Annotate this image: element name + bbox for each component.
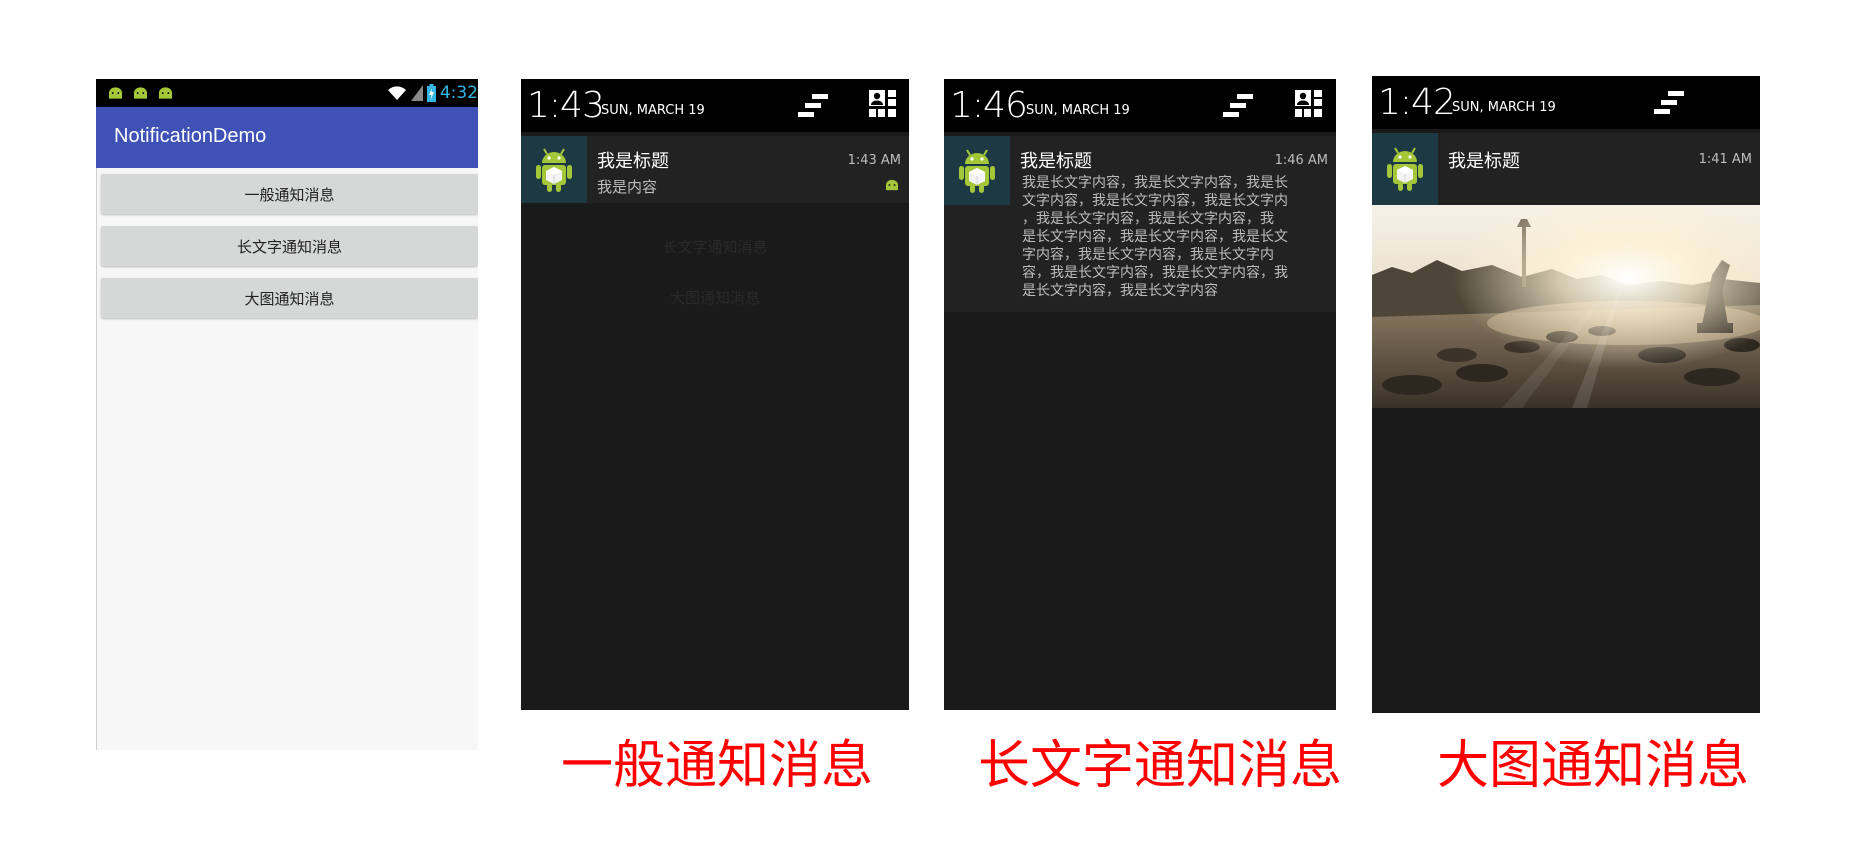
notification-card[interactable]: 我是标题 1:41 AM <box>1372 133 1760 205</box>
quick-settings-icon[interactable] <box>868 89 898 119</box>
android-icon <box>885 179 899 191</box>
android-icon <box>534 147 574 193</box>
background-button-label: 长文字通知消息 <box>662 238 768 256</box>
shade-date: SUN, MARCH 19 <box>1026 103 1130 118</box>
text-line: ，我是长文字内容，我是长文字内容，我 <box>1022 211 1274 227</box>
wifi-icon <box>387 86 406 100</box>
notification-time: 1:41 AM <box>1698 152 1752 167</box>
text-line: 文字内容，我是长文字内容，我是长文字内 <box>1022 193 1288 209</box>
quick-settings-icon[interactable] <box>1294 89 1324 119</box>
status-right: 4:32 <box>387 82 478 104</box>
app-bar: NotificationDemo <box>96 107 478 168</box>
notification-time: 1:43 AM <box>847 153 901 168</box>
background-button-label: 大图通知消息 <box>669 289 760 307</box>
text-line: 我是长文字内容，我是长文字内容，我是长 <box>1022 175 1288 191</box>
android-icon <box>1385 146 1425 192</box>
big-picture-notification-button[interactable]: 大图通知消息 <box>101 278 478 318</box>
android-icon <box>957 148 997 194</box>
notification-title: 我是标题 <box>1448 151 1520 172</box>
shade-date: SUN, MARCH 19 <box>1452 100 1556 115</box>
notification-icon-box <box>944 136 1010 205</box>
normal-notification-button[interactable]: 一般通知消息 <box>101 174 478 214</box>
caption-big-picture: 大图通知消息 <box>1437 736 1750 796</box>
app-screen: 4:32 NotificationDemo 一般通知消息 长文字通知消息 大图通… <box>96 79 478 750</box>
app-title: NotificationDemo <box>114 125 267 147</box>
divider <box>96 168 97 750</box>
text-line: 容，我是长文字内容，我是长文字内容，我 <box>1022 265 1288 281</box>
notification-shade-big-picture: 1:42 SUN, MARCH 19 我是标题 1:41 AM <box>1372 76 1760 713</box>
long-text-notification-button[interactable]: 长文字通知消息 <box>101 226 478 266</box>
notification-long-text: 我是长文字内容，我是长文字内容，我是长 文字内容，我是长文字内容，我是长文字内 … <box>1022 174 1288 300</box>
notification-title: 我是标题 <box>597 151 669 172</box>
notification-text: 我是内容 <box>597 178 658 196</box>
shade-header: 1:42 SUN, MARCH 19 <box>1372 76 1760 129</box>
shade-time: 1:46 <box>950 85 1028 126</box>
clear-all-icon[interactable] <box>1652 90 1686 116</box>
android-icon <box>133 86 148 100</box>
shade-time: 1:42 <box>1378 82 1456 123</box>
status-bar: 4:32 <box>96 79 478 107</box>
notification-time: 1:46 AM <box>1274 153 1328 168</box>
text-line: 是长文字内容，我是长文字内容 <box>1022 283 1218 299</box>
battery-icon <box>426 84 436 102</box>
caption-long-text: 长文字通知消息 <box>978 736 1343 796</box>
notification-icon-box <box>521 136 587 203</box>
notification-card[interactable]: 我是标题 1:46 AM 我是长文字内容，我是长文字内容，我是长 文字内容，我是… <box>944 136 1336 312</box>
shade-header: 1:43 SUN, MARCH 19 <box>521 79 909 132</box>
text-line: 字内容，我是长文字内容，我是长文字内 <box>1022 247 1274 263</box>
signal-icon <box>410 85 423 101</box>
caption-normal: 一般通知消息 <box>561 736 874 796</box>
notification-shade-normal: 长文字通知消息 大图通知消息 1:43 SUN, MARCH 19 我是标题 我… <box>521 79 909 710</box>
android-icon <box>158 86 173 100</box>
android-icon <box>108 86 123 100</box>
shade-header: 1:46 SUN, MARCH 19 <box>944 79 1336 132</box>
shade-time: 1:43 <box>527 85 605 126</box>
big-picture-image <box>1372 205 1760 408</box>
notification-title: 我是标题 <box>1020 151 1092 172</box>
clear-all-icon[interactable] <box>796 93 830 119</box>
text-line: 是长文字内容，我是长文字内容，我是长文 <box>1022 229 1288 245</box>
notification-card[interactable]: 我是标题 我是内容 1:43 AM <box>521 136 909 203</box>
notification-icon-box <box>1372 133 1438 205</box>
status-clock: 4:32 <box>439 83 478 103</box>
shade-date: SUN, MARCH 19 <box>601 103 705 118</box>
notification-shade-long-text: 1:46 SUN, MARCH 19 我是标题 1:46 AM 我是长文字内容，… <box>944 79 1336 710</box>
clear-all-icon[interactable] <box>1221 93 1255 119</box>
